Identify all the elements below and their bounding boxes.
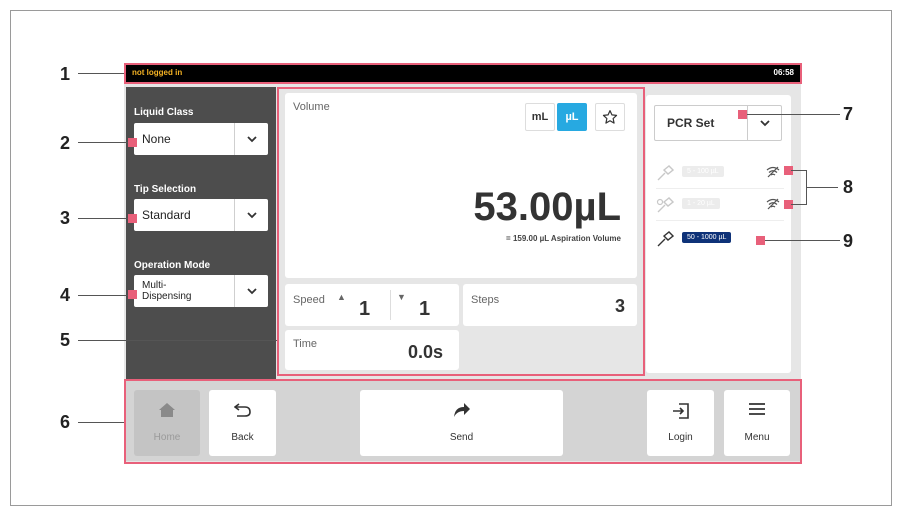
callout-marker [128,214,137,223]
tip-separator [656,220,784,221]
chevron-down-icon[interactable] [235,123,268,155]
callout-leader [78,142,130,143]
tip-selection-dropdown[interactable]: Standard [134,199,268,231]
callout-leader [760,240,840,241]
callout-number: 3 [60,208,71,228]
callout-leader [742,114,840,115]
tip-range-badge: 1 - 20 µL [682,198,720,209]
callout-frame-status [124,63,802,84]
callout-number: 7 [843,104,854,124]
chevron-down-icon[interactable] [235,275,268,307]
callout-leader [78,295,130,296]
tip-range-badge: 50 - 1000 µL [682,232,732,243]
pipette-icon [656,165,675,186]
operation-mode-value: Multi- Dispensing [142,280,192,302]
pipette-icon [656,197,675,218]
callout-leader [806,187,838,188]
pcr-set-label: PCR Set [667,116,715,130]
callout-frame-center [277,87,645,376]
chevron-down-icon[interactable] [235,199,268,231]
tip-separator [656,188,784,189]
callout-leader [78,73,124,74]
liquid-class-label: Liquid Class [134,107,194,118]
tip-row[interactable]: 5 - 100 µL [656,163,784,183]
left-panel: Liquid Class None Tip Selection Standard… [126,87,276,380]
callout-leader [791,170,807,171]
callout-marker [738,110,747,119]
operation-mode-dropdown[interactable]: Multi- Dispensing [134,275,268,307]
chevron-down-icon[interactable] [748,106,782,140]
callout-number: 6 [60,412,71,432]
callout-marker [128,290,137,299]
callout-leader [78,218,130,219]
callout-number: 1 [60,64,71,84]
callout-number: 9 [843,231,854,251]
callout-number: 8 [843,177,854,197]
wireless-icon [766,197,780,215]
callout-leader [78,340,277,341]
callout-marker [756,236,765,245]
tip-row[interactable]: 1 - 20 µL [656,195,784,215]
callout-leader [78,422,124,423]
callout-number: 5 [60,330,71,350]
liquid-class-value: None [142,132,171,146]
callout-number: 4 [60,285,71,305]
callout-frame-bottom [124,379,802,464]
tip-range-badge: 5 - 100 µL [682,166,724,177]
right-panel: PCR Set 5 - 100 µL 1 - 20 µL 50 - 1000 µ… [646,95,791,373]
pcr-set-dropdown[interactable]: PCR Set [654,105,782,141]
tip-selection-label: Tip Selection [134,184,197,195]
callout-marker [128,138,137,147]
liquid-class-dropdown[interactable]: None [134,123,268,155]
pipette-icon [656,231,675,252]
tip-selection-value: Standard [142,208,191,222]
callout-number: 2 [60,133,71,153]
wireless-icon [766,165,780,183]
operation-mode-label: Operation Mode [134,260,211,271]
callout-leader [791,204,807,205]
